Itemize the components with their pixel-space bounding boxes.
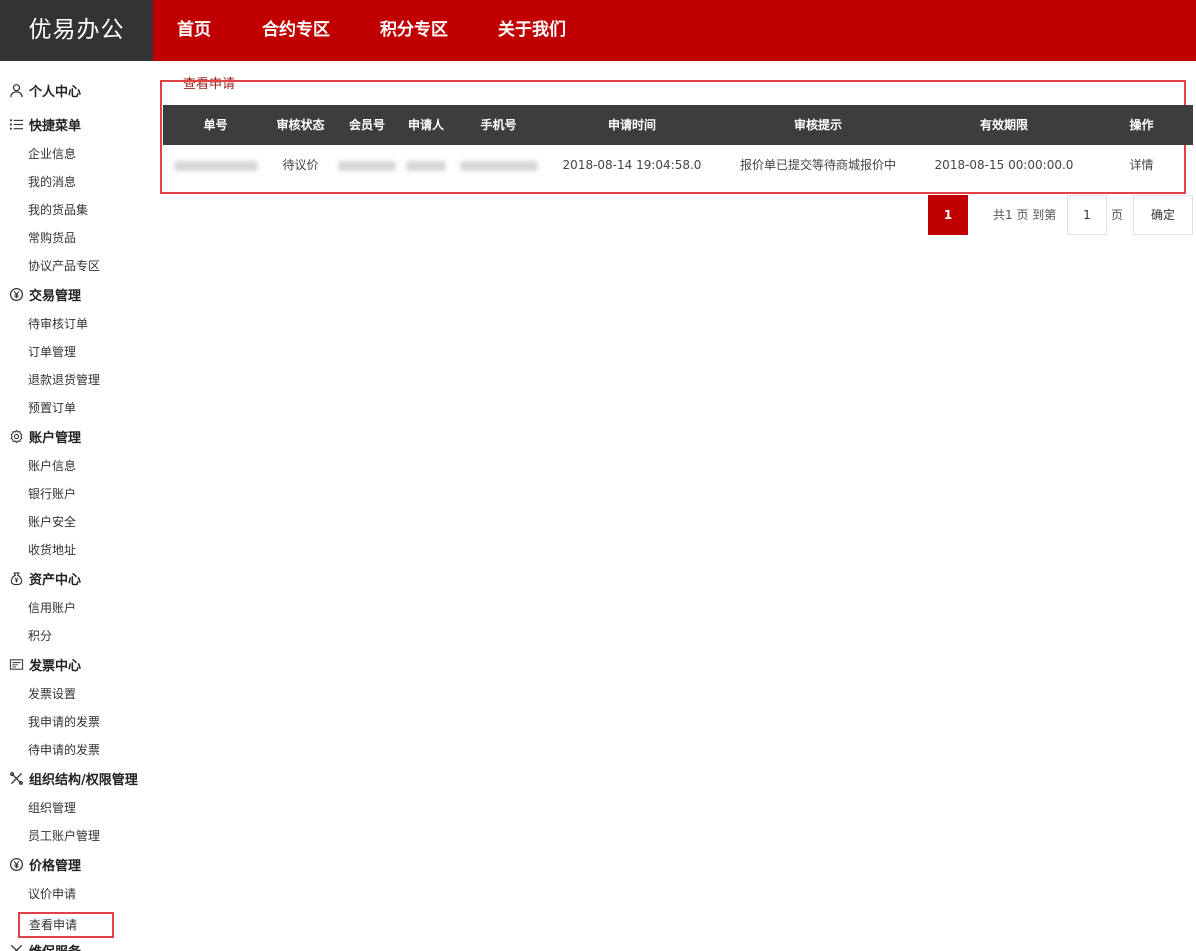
sidebar-section-asset: 资产中心: [8, 565, 81, 591]
sidebar-item-bank-account[interactable]: 银行账户: [28, 483, 76, 505]
nav-home[interactable]: 首页: [153, 0, 237, 61]
col-order-no: 单号: [203, 118, 228, 132]
sidebar-section-label: 账户管理: [29, 430, 82, 446]
sidebar-item-frequent-goods[interactable]: 常购货品: [28, 227, 76, 249]
sidebar-item-credit-account[interactable]: 信用账户: [28, 597, 76, 619]
sidebar-section-personal[interactable]: 个人中心: [8, 77, 81, 103]
user-icon: [8, 82, 25, 99]
cell-order-no-redacted: [163, 145, 268, 185]
sidebar-section-org: 组织结构/权限管理: [8, 765, 138, 791]
sidebar-item-shipping-address[interactable]: 收货地址: [28, 539, 76, 561]
sidebar-item-account-info[interactable]: 账户信息: [28, 455, 76, 477]
sidebar-item-account-security[interactable]: 账户安全: [28, 511, 76, 533]
sidebar-section-account: 账户管理: [8, 423, 81, 449]
gear-icon: [8, 428, 25, 445]
details-link[interactable]: 详情: [1090, 145, 1193, 185]
sidebar-item-org-management[interactable]: 组织管理: [28, 797, 76, 819]
sidebar-item-my-messages[interactable]: 我的消息: [28, 171, 76, 193]
sidebar-item-pending-orders[interactable]: 待审核订单: [28, 313, 88, 335]
invoice-icon: [8, 656, 25, 673]
yen-circle-icon: [8, 856, 25, 873]
sidebar-item-my-invoices[interactable]: 我申请的发票: [28, 711, 100, 733]
top-bar: 优易办公 首页 合约专区 积分专区 关于我们: [0, 0, 1196, 61]
sidebar-section-label: 个人中心: [29, 84, 82, 100]
goto-page-input[interactable]: 1: [1067, 195, 1107, 235]
sidebar-section-label: 快捷菜单: [29, 118, 82, 134]
sidebar-item-view-applications[interactable]: 查看申请: [18, 912, 114, 938]
yen-circle-icon: [8, 286, 25, 303]
cell-apply-time: 2018-08-14 19:04:58.0: [562, 158, 702, 172]
pagination-summary: 共1 页 到第: [993, 208, 1057, 222]
cell-applicant-redacted: [401, 145, 451, 185]
nav-points[interactable]: 积分专区: [355, 0, 473, 61]
sidebar-item-preset-orders[interactable]: 预置订单: [28, 397, 76, 419]
col-action: 操作: [1129, 118, 1154, 132]
tools-icon: [8, 770, 25, 787]
sidebar-section-label: 资产中心: [29, 572, 82, 588]
col-applicant: 申请人: [407, 118, 444, 132]
col-review-tip: 审核提示: [793, 118, 842, 132]
sidebar-item-price-negotiation[interactable]: 议价申请: [28, 883, 76, 905]
sidebar-section-label: 交易管理: [29, 288, 82, 304]
main-nav: 首页 合约专区 积分专区 关于我们: [153, 0, 591, 61]
pagination-unit: 页: [1111, 208, 1124, 222]
sidebar-item-staff-accounts[interactable]: 员工账户管理: [28, 825, 100, 847]
col-expiry: 有效期限: [979, 118, 1028, 132]
sidebar-section-label: 价格管理: [29, 858, 82, 874]
sidebar-item-points[interactable]: 积分: [28, 625, 52, 647]
sidebar-item-invoice-settings[interactable]: 发票设置: [28, 683, 76, 705]
list-icon: [8, 116, 25, 133]
col-status: 审核状态: [276, 118, 325, 132]
cell-phone-redacted: [451, 145, 546, 185]
sidebar-item-company-info[interactable]: 企业信息: [28, 143, 76, 165]
nav-contract[interactable]: 合约专区: [237, 0, 355, 61]
sidebar-section-invoice: 发票中心: [8, 651, 81, 677]
sidebar-section-price: 价格管理: [8, 851, 81, 877]
tools-icon: [8, 942, 25, 951]
sidebar-item-agreement-products[interactable]: 协议产品专区: [28, 255, 100, 277]
main-content: 查看申请 单号 审核状态 会员号 申请人 手机号 申请时间 审核提示 有效期限 …: [153, 61, 1196, 951]
sidebar-item-my-goods[interactable]: 我的货品集: [28, 199, 88, 221]
cell-member-no-redacted: [333, 145, 401, 185]
pagination-current-page[interactable]: 1: [928, 195, 968, 235]
col-phone: 手机号: [480, 118, 517, 132]
cell-expiry: 2018-08-15 00:00:00.0: [934, 158, 1074, 172]
table-row: 待议价 2018-08-14 19:04:58.0 报价单已提交等待商城报价中 …: [163, 145, 1193, 185]
money-bag-icon: [8, 570, 25, 587]
nav-about[interactable]: 关于我们: [473, 0, 591, 61]
sidebar-section-label: 维保服务: [29, 941, 81, 951]
col-member-no: 会员号: [348, 118, 385, 132]
cell-status: 待议价: [282, 158, 319, 172]
sidebar-item-order-management[interactable]: 订单管理: [28, 341, 76, 363]
sidebar-section-label: 发票中心: [29, 658, 82, 674]
brand-logo[interactable]: 优易办公: [0, 0, 153, 61]
sidebar-section-service: 维保服务: [8, 937, 81, 951]
sidebar-section-label: 组织结构/权限管理: [29, 772, 138, 788]
sidebar-item-pending-invoices[interactable]: 待申请的发票: [28, 739, 100, 761]
sidebar-item-refund-management[interactable]: 退款退货管理: [28, 369, 100, 391]
goto-page-confirm-button[interactable]: 确定: [1133, 195, 1193, 235]
sidebar: 个人中心 快捷菜单 企业信息 我的消息 我的货品集 常购货品 协议产品专区 交易…: [0, 61, 153, 951]
table-header: 单号 审核状态 会员号 申请人 手机号 申请时间 审核提示 有效期限 操作: [163, 105, 1193, 145]
sidebar-section-trade: 交易管理: [8, 281, 81, 307]
cell-review-tip: 报价单已提交等待商城报价中: [739, 158, 896, 172]
sidebar-section-quick: 快捷菜单: [8, 111, 81, 137]
col-apply-time: 申请时间: [607, 118, 656, 132]
